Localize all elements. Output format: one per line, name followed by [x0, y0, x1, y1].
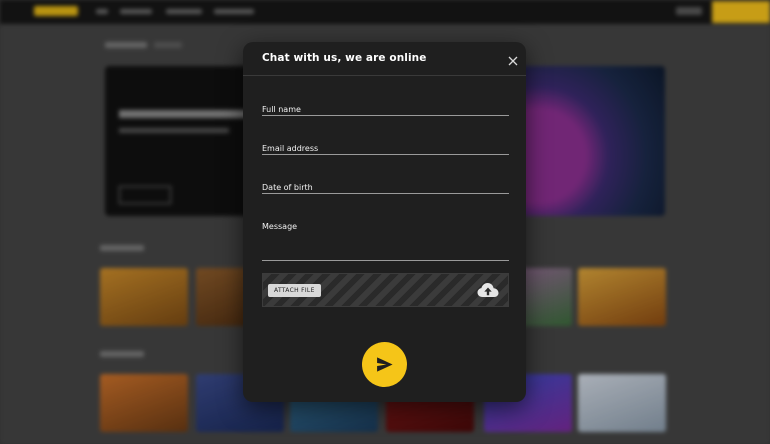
send-icon: [377, 357, 393, 372]
email-field: Email address: [262, 144, 509, 156]
full-name-input[interactable]: [262, 105, 509, 116]
message-label: Message: [262, 222, 298, 231]
close-icon: [508, 56, 518, 66]
message-field: Message: [262, 222, 509, 261]
date-of-birth-input[interactable]: [262, 183, 509, 194]
chat-dialog: Chat with us, we are online Full name Em…: [243, 42, 526, 402]
message-input[interactable]: [262, 248, 509, 261]
attach-file-dropzone[interactable]: ATTACH FILE: [262, 273, 509, 307]
close-button[interactable]: [507, 52, 519, 66]
header-divider: [243, 75, 526, 76]
send-button[interactable]: [362, 342, 407, 387]
full-name-field: Full name: [262, 105, 509, 117]
attach-file-button[interactable]: ATTACH FILE: [268, 284, 321, 297]
cloud-upload-icon[interactable]: [476, 280, 500, 300]
dialog-title: Chat with us, we are online: [262, 52, 427, 64]
email-input[interactable]: [262, 144, 509, 155]
date-of-birth-field: Date of birth: [262, 183, 509, 195]
